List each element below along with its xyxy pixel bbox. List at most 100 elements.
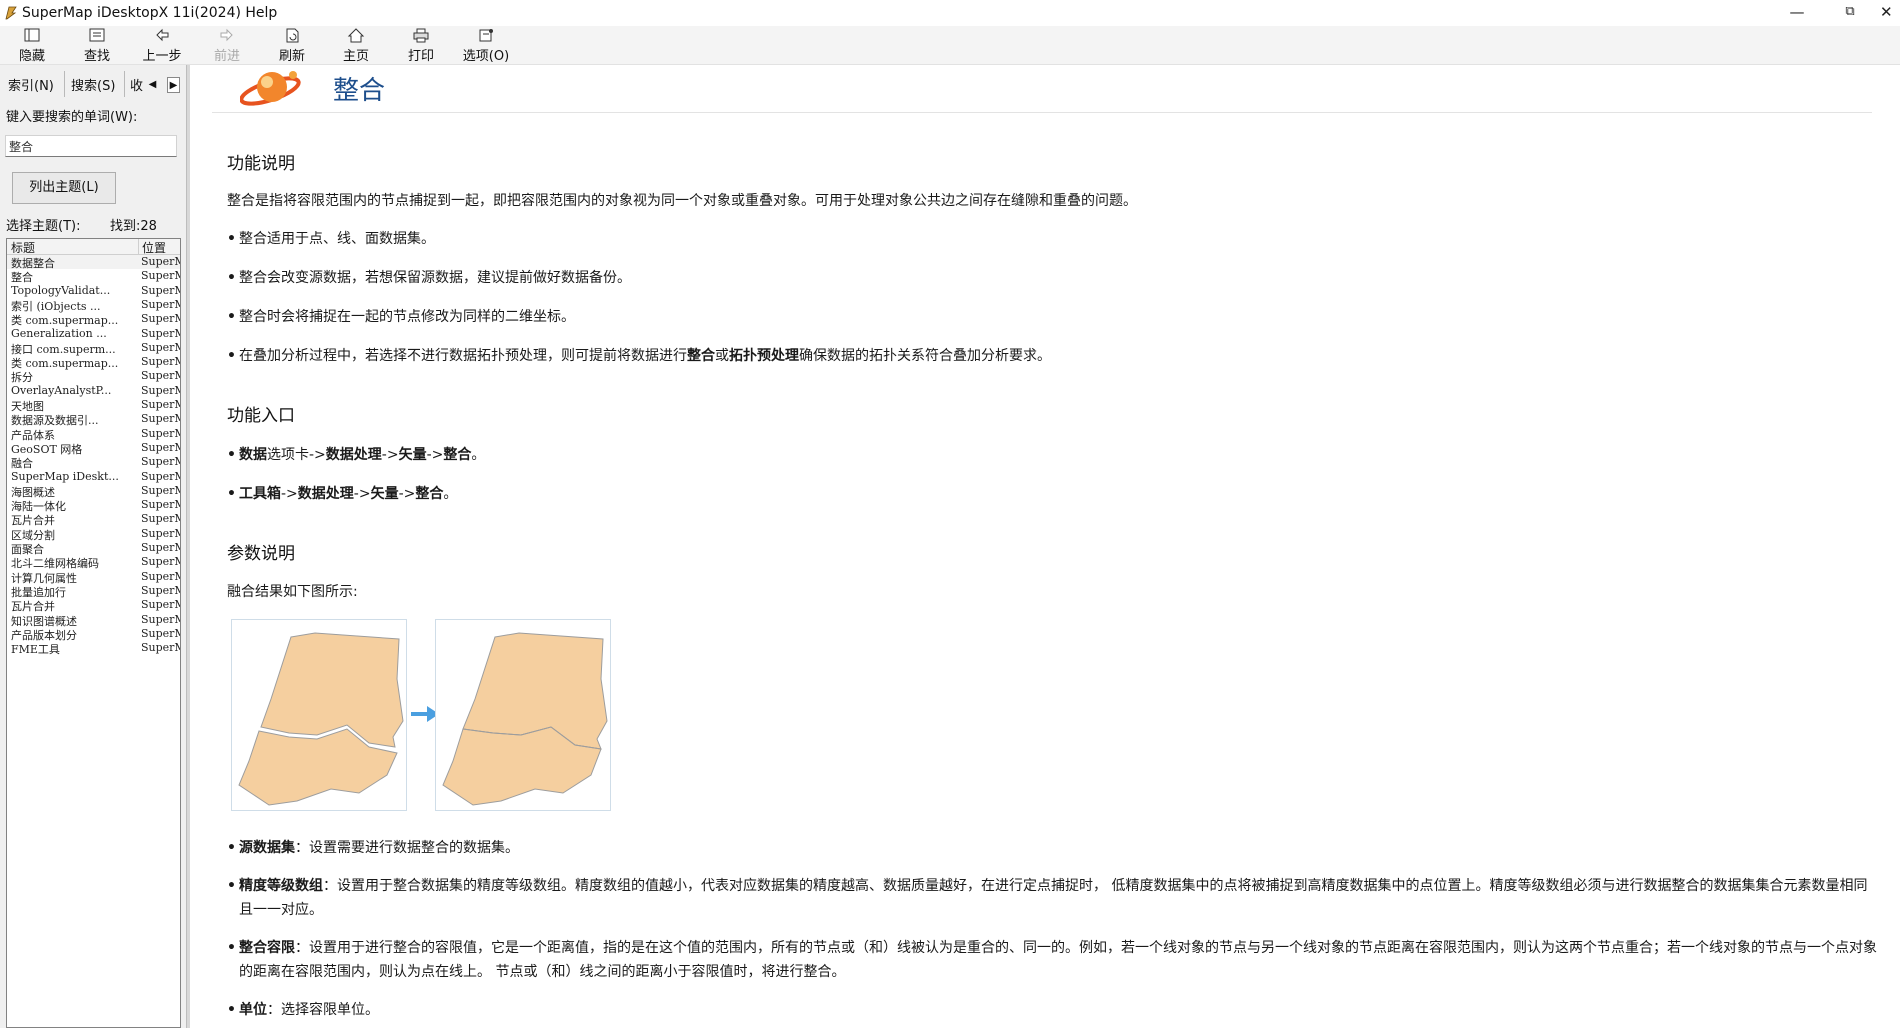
entry-step: 数据处理 xyxy=(325,447,382,463)
function-bullet: • 整合适用于点、线、面数据集。 xyxy=(227,231,435,247)
home-label: 主页 xyxy=(342,49,369,64)
result-row[interactable]: 数据整合SuperMap xyxy=(7,255,180,270)
options-button[interactable]: 选项(O) xyxy=(454,26,518,64)
hide-button[interactable]: 隐藏 xyxy=(0,26,64,64)
function-bullet: • 整合时会将捕捉在一起的节点修改为同样的二维坐标。 xyxy=(227,309,575,325)
entry-sep: -> xyxy=(281,486,298,502)
search-input[interactable] xyxy=(9,139,169,154)
search-field[interactable] xyxy=(5,135,177,157)
result-location: SuperMap xyxy=(141,469,180,483)
result-row[interactable]: 融合SuperMap xyxy=(7,455,180,470)
entry-step: 整合 xyxy=(415,486,444,502)
result-row[interactable]: 天地图SuperMap xyxy=(7,398,180,413)
find-icon xyxy=(89,28,105,42)
results-list[interactable]: 标题 位置 数据整合SuperMap整合SuperMapTopologyVali… xyxy=(6,238,181,1028)
close-button[interactable]: ✕ xyxy=(1880,0,1900,26)
forward-button[interactable]: 前进 xyxy=(195,26,259,64)
entry-step: 整合 xyxy=(443,447,472,463)
param-name: 精度等级数组 xyxy=(239,878,323,894)
result-location: SuperMap xyxy=(141,641,180,655)
result-location: SuperMap xyxy=(141,569,180,583)
param-desc: ：选择容限单位。 xyxy=(267,1002,379,1018)
tab-scroll-left-icon[interactable]: ◀ xyxy=(146,77,159,93)
result-row[interactable]: 面聚合SuperMap xyxy=(7,541,180,556)
overlay-note: • 在叠加分析过程中，若选择不进行数据拓扑预处理，则可提前将数据进行整合或拓扑预处… xyxy=(227,348,1051,364)
tab-index[interactable]: 索引(N) xyxy=(8,75,54,94)
back-label: 上一步 xyxy=(142,49,182,64)
param-item: • 整合容限：设置用于进行整合的容限值，它是一个距离值，指的是在这个值的范围内，所… xyxy=(227,940,1877,980)
result-row[interactable]: 知识图谱概述SuperMap xyxy=(7,613,180,628)
result-location: SuperMap xyxy=(141,426,180,440)
result-row[interactable]: 索引 (iObjects ...SuperMap xyxy=(7,297,180,313)
entry-path-1: • 数据选项卡->数据处理->矢量->整合。 xyxy=(227,447,486,463)
result-row[interactable]: 海图概述SuperMap xyxy=(7,484,180,499)
result-location: SuperMap xyxy=(141,583,180,597)
restore-button[interactable]: ⧉ xyxy=(1830,0,1870,26)
entry-sep: -> xyxy=(426,447,444,463)
result-row[interactable]: 海陆一体化SuperMap xyxy=(7,498,180,513)
entry-sep: 。 xyxy=(443,486,458,502)
result-row[interactable]: Generalization ... SuperMap xyxy=(7,327,180,341)
note-text: 或 xyxy=(715,348,729,364)
result-row[interactable]: 瓦片合并SuperMap xyxy=(7,512,180,527)
navigation-pane: 索引(N) 搜索(S) 收 ◀ ▶ 键入要搜索的单词(W): 列出主题(L) 选… xyxy=(0,65,186,1028)
result-location: SuperMap xyxy=(141,369,180,383)
result-row[interactable]: FME工具 SuperMap xyxy=(7,641,180,656)
result-row[interactable]: OverlayAnalystP... SuperMap xyxy=(7,383,180,398)
hide-icon xyxy=(24,28,40,42)
param-item: • 精度等级数组：设置用于整合数据集的精度等级数组。精度数组的值越小，代表对应数据… xyxy=(227,878,1868,918)
refresh-button[interactable]: 刷新 xyxy=(260,26,324,64)
result-row[interactable]: TopologyValidat... SuperMap xyxy=(7,284,180,298)
supermap-logo-icon xyxy=(240,71,301,106)
result-location: SuperMap xyxy=(141,412,180,426)
bullet-text: 整合会改变源数据，若想保留源数据，建议提前做好数据备份。 xyxy=(239,270,631,286)
back-button[interactable]: 上一步 xyxy=(130,26,194,64)
result-location: SuperMap xyxy=(141,269,180,283)
forward-label: 前进 xyxy=(213,49,240,64)
result-location: SuperMap xyxy=(141,255,180,268)
tab-favorites[interactable]: 收 xyxy=(130,75,143,94)
entry-heading: 功能入口 xyxy=(227,406,295,426)
app-icon xyxy=(5,6,17,20)
entry-step: 矢量 xyxy=(398,447,427,463)
result-row[interactable]: 瓦片合并SuperMap xyxy=(7,598,180,613)
result-row[interactable]: 计算几何属性SuperMap xyxy=(7,569,180,585)
result-title: OverlayAnalystP... xyxy=(11,383,112,397)
result-row[interactable]: SuperMap iDeskt... SuperMap xyxy=(7,469,180,484)
result-location: SuperMap xyxy=(141,297,180,311)
note-text: 确保数据的拓扑关系符合叠加分析要求。 xyxy=(799,348,1051,364)
result-row[interactable]: 数据源及数据引...SuperMap xyxy=(7,412,180,427)
bullet-text: 整合时会将捕捉在一起的节点修改为同样的二维坐标。 xyxy=(239,309,575,325)
result-row[interactable]: 区域分割SuperMap xyxy=(7,527,180,542)
result-row[interactable]: 类 com.supermap...SuperMap xyxy=(7,312,180,327)
result-row[interactable]: 拆分SuperMap xyxy=(7,369,180,384)
list-topics-button[interactable]: 列出主题(L) xyxy=(12,172,116,204)
result-row[interactable]: 批量追加行SuperMap xyxy=(7,583,180,599)
find-button[interactable]: 查找 xyxy=(65,26,129,64)
result-row[interactable]: 产品版本划分SuperMap xyxy=(7,627,180,642)
column-header-title[interactable]: 标题 xyxy=(11,239,35,256)
column-divider[interactable] xyxy=(138,239,139,254)
function-heading: 功能说明 xyxy=(227,154,295,174)
print-button[interactable]: 打印 xyxy=(389,26,453,64)
column-header-location[interactable]: 位置 xyxy=(142,239,166,256)
back-icon xyxy=(156,28,169,42)
result-row[interactable]: 类 com.supermap...SuperMap xyxy=(7,355,180,370)
result-row[interactable]: GeoSOT 网格SuperMap xyxy=(7,441,180,456)
result-location: SuperMap xyxy=(141,455,180,469)
param-desc: ：设置用于进行整合的容限值，它是一个距离值，指的是在这个值的范围内，所有的节点或… xyxy=(239,940,1877,980)
result-row[interactable]: 接口 com.superm...SuperMap xyxy=(7,341,180,356)
tab-search[interactable]: 搜索(S) xyxy=(71,75,115,94)
result-location: SuperMap xyxy=(141,398,180,411)
result-location: SuperMap xyxy=(141,498,180,512)
entry-sep: -> xyxy=(353,486,371,502)
result-row[interactable]: 北斗二维网格编码SuperMap xyxy=(7,555,180,570)
result-row[interactable]: 整合SuperMap xyxy=(7,269,180,284)
find-label: 查找 xyxy=(83,49,110,64)
entry-sep: 选项卡-> xyxy=(267,447,326,463)
before-panel xyxy=(231,619,407,811)
home-button[interactable]: 主页 xyxy=(324,26,388,64)
tab-scroll-right-icon[interactable]: ▶ xyxy=(167,77,180,93)
result-row[interactable]: 产品体系SuperMap xyxy=(7,426,180,442)
minimize-button[interactable]: — xyxy=(1777,0,1817,26)
